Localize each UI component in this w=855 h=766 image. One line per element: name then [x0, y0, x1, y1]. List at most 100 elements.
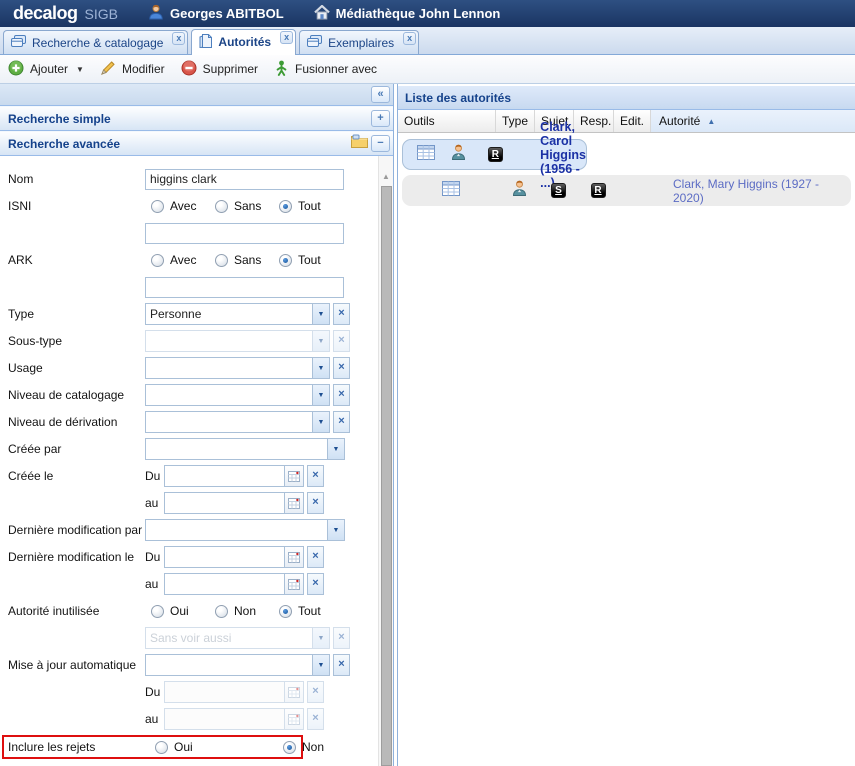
detail-grid-icon[interactable] — [442, 181, 460, 201]
type-clear-button[interactable]: × — [333, 303, 350, 325]
save-search-icon[interactable] — [351, 134, 368, 153]
tab-close-icon[interactable]: x — [172, 32, 185, 45]
isni-option-tout[interactable]: Tout — [279, 199, 343, 213]
form-scrollbar[interactable]: ▲ — [378, 156, 393, 766]
tab-close-icon[interactable]: x — [280, 31, 293, 44]
dm-le-au-input[interactable] — [165, 574, 284, 594]
creee-le-au-input[interactable] — [165, 493, 284, 513]
row-authority-cell[interactable]: Clark, Mary Higgins (1927 - 2020) — [655, 177, 851, 205]
table-row[interactable]: R Clark, Carol Higgins (1956 - ...) — [402, 139, 587, 170]
creee-le-au-clear-button[interactable]: × — [307, 492, 324, 514]
delete-button[interactable]: Supprimer — [181, 60, 258, 79]
isni-option-avec[interactable]: Avec — [151, 199, 215, 213]
ark-option-sans[interactable]: Sans — [215, 253, 279, 267]
collapse-section-button[interactable]: − — [371, 135, 390, 152]
row-authority-cell[interactable]: Clark, Carol Higgins (1956 - ...) — [522, 120, 586, 190]
action-toolbar: Ajouter ▼ Modifier Supprimer — [0, 55, 855, 84]
current-location[interactable]: Médiathèque John Lennon — [314, 5, 501, 23]
column-header-autorite[interactable]: Autorité ▲ — [651, 110, 855, 132]
merge-label: Fusionner avec — [295, 62, 377, 76]
radio-icon[interactable] — [215, 254, 228, 267]
niveau-derivation-clear-button[interactable]: × — [333, 411, 350, 433]
tab-recherche-catalogage[interactable]: Recherche & catalogage x — [3, 30, 188, 54]
nom-input[interactable] — [145, 169, 344, 190]
calendar-icon[interactable] — [284, 547, 303, 567]
niveau-derivation-select[interactable]: ▼ — [145, 411, 330, 433]
form-row-sous-type: Sous-type ▼ × — [0, 330, 393, 352]
calendar-icon[interactable] — [284, 574, 303, 594]
dm-par-combo[interactable]: ▼ — [145, 519, 345, 541]
expand-section-button[interactable]: + — [371, 110, 390, 127]
dm-le-au-datefield[interactable] — [164, 573, 304, 595]
isni-option-sans[interactable]: Sans — [215, 199, 279, 213]
autorite-inutilisee-option-oui[interactable]: Oui — [151, 604, 215, 618]
radio-selected-icon[interactable] — [279, 254, 292, 267]
calendar-icon[interactable] — [284, 493, 303, 513]
advanced-search-header[interactable]: Recherche avancée − — [0, 131, 393, 156]
dm-le-du-clear-button[interactable]: × — [307, 546, 324, 568]
authority-link[interactable]: Clark, Mary Higgins (1927 - 2020) — [673, 177, 851, 205]
creee-le-du-clear-button[interactable]: × — [307, 465, 324, 487]
modify-button[interactable]: Modifier — [100, 60, 165, 79]
radio-icon[interactable] — [215, 200, 228, 213]
chevron-down-icon[interactable]: ▼ — [312, 304, 329, 324]
radio-icon[interactable] — [155, 741, 168, 754]
table-row[interactable]: S R Clark, Mary Higgins (1927 - 2020) — [402, 175, 851, 206]
inclure-rejets-option-oui[interactable]: Oui — [155, 740, 219, 754]
niveau-catalogage-clear-button[interactable]: × — [333, 384, 350, 406]
dm-le-du-datefield[interactable] — [164, 546, 304, 568]
maj-auto-clear-button[interactable]: × — [333, 654, 350, 676]
simple-search-header[interactable]: Recherche simple + — [0, 106, 393, 131]
tab-close-icon[interactable]: x — [403, 32, 416, 45]
detail-grid-icon[interactable] — [417, 145, 435, 165]
current-user[interactable]: Georges ABITBOL — [148, 4, 284, 23]
column-header-edit[interactable]: Edit. — [614, 110, 651, 132]
creee-par-combo[interactable]: ▼ — [145, 438, 345, 460]
scroll-up-icon[interactable]: ▲ — [382, 172, 390, 181]
chevron-down-icon[interactable]: ▼ — [327, 520, 344, 540]
collapse-panel-button[interactable]: « — [371, 86, 390, 103]
niveau-derivation-select-value — [146, 412, 312, 432]
creee-le-du-input[interactable] — [165, 466, 284, 486]
calendar-icon[interactable] — [284, 466, 303, 486]
isni-input[interactable] — [145, 223, 344, 244]
usage-select[interactable]: ▼ — [145, 357, 330, 379]
scrollbar-thumb[interactable] — [381, 186, 392, 766]
radio-selected-icon[interactable] — [283, 741, 296, 754]
form-row-maj-auto-du: Du × — [0, 681, 393, 703]
radio-icon[interactable] — [151, 254, 164, 267]
radio-icon[interactable] — [215, 605, 228, 618]
add-button[interactable]: Ajouter ▼ — [8, 60, 84, 79]
radio-icon[interactable] — [151, 200, 164, 213]
type-select[interactable]: Personne ▼ — [145, 303, 330, 325]
inclure-rejets-option-non[interactable]: Non — [283, 740, 347, 754]
niveau-catalogage-select[interactable]: ▼ — [145, 384, 330, 406]
maj-auto-au-clear-button: × — [307, 708, 324, 730]
row-tools-cell — [402, 181, 500, 201]
chevron-down-icon[interactable]: ▼ — [312, 385, 329, 405]
ark-option-avec[interactable]: Avec — [151, 253, 215, 267]
chevron-down-icon[interactable]: ▼ — [312, 358, 329, 378]
au-label: au — [145, 496, 164, 510]
authority-link[interactable]: Clark, Carol Higgins (1956 - ...) — [540, 120, 586, 190]
radio-selected-icon[interactable] — [279, 605, 292, 618]
dm-le-du-input[interactable] — [165, 547, 284, 567]
ark-input[interactable] — [145, 277, 344, 298]
creee-le-au-datefield[interactable] — [164, 492, 304, 514]
column-header-outils[interactable]: Outils — [398, 110, 496, 132]
chevron-down-icon[interactable]: ▼ — [327, 439, 344, 459]
merge-button[interactable]: Fusionner avec — [274, 60, 377, 79]
usage-clear-button[interactable]: × — [333, 357, 350, 379]
chevron-down-icon[interactable]: ▼ — [312, 655, 329, 675]
chevron-down-icon[interactable]: ▼ — [312, 412, 329, 432]
tab-exemplaires[interactable]: Exemplaires x — [299, 30, 419, 54]
radio-selected-icon[interactable] — [279, 200, 292, 213]
creee-le-du-datefield[interactable] — [164, 465, 304, 487]
tab-autorites[interactable]: Autorités x — [191, 29, 296, 55]
maj-auto-select[interactable]: ▼ — [145, 654, 330, 676]
ark-option-tout[interactable]: Tout — [279, 253, 343, 267]
dm-le-au-clear-button[interactable]: × — [307, 573, 324, 595]
autorite-inutilisee-option-tout[interactable]: Tout — [279, 604, 343, 618]
radio-icon[interactable] — [151, 605, 164, 618]
autorite-inutilisee-option-non[interactable]: Non — [215, 604, 279, 618]
